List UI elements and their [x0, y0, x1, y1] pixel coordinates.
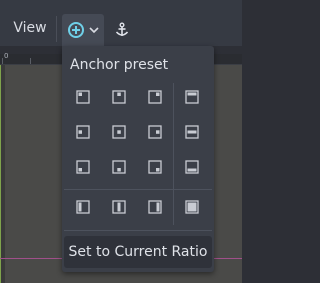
ruler-zero-label: 0 — [4, 52, 9, 60]
set-to-current-ratio-button[interactable]: Set to Current Ratio — [64, 236, 212, 268]
anchor-preset-dropdown-button[interactable] — [62, 14, 104, 46]
ruler-tick — [2, 58, 3, 64]
anchor-preset-top-wide-button[interactable] — [182, 87, 202, 107]
anchor-preset-bottom-right-button[interactable] — [145, 157, 165, 177]
anchor-preset-center-left-button[interactable] — [73, 122, 93, 142]
popup-title: Anchor preset — [70, 57, 169, 73]
anchor-preset-center-top-button[interactable] — [109, 87, 129, 107]
chevron-down-icon — [89, 26, 99, 33]
anchor-top-wide-icon — [185, 90, 199, 104]
anchor-preset-full-rect-button[interactable] — [182, 197, 202, 217]
anchor-center-right-icon — [148, 125, 162, 139]
anchor-full-rect-icon — [185, 200, 199, 214]
anchor-top-right-icon — [148, 90, 162, 104]
viewport-edge — [1, 65, 5, 283]
viewport-guide-line — [0, 65, 1, 283]
anchor-preset-hcenter-wide-button[interactable] — [182, 122, 202, 142]
popup-separator — [64, 230, 212, 231]
anchor-center-bottom-icon — [112, 160, 126, 174]
anchor-preset-center-button[interactable] — [109, 122, 129, 142]
anchor-preset-left-wide-button[interactable] — [73, 197, 93, 217]
anchor-center-top-icon — [112, 90, 126, 104]
anchor-left-wide-icon — [76, 200, 90, 214]
anchor-right-wide-icon — [148, 200, 162, 214]
anchor-preset-bottom-left-button[interactable] — [73, 157, 93, 177]
anchor-vcenter-wide-icon — [112, 200, 126, 214]
anchor-preset-right-wide-button[interactable] — [145, 197, 165, 217]
anchor-bottom-left-icon — [76, 160, 90, 174]
anchor-preset-top-right-button[interactable] — [145, 87, 165, 107]
grid-vertical-separator — [173, 83, 174, 225]
anchor-preset-icon — [68, 22, 84, 38]
view-menu-button[interactable]: View — [6, 14, 54, 42]
anchor-preset-top-left-button[interactable] — [73, 87, 93, 107]
anchor-preset-center-right-button[interactable] — [145, 122, 165, 142]
anchor-preset-vcenter-wide-button[interactable] — [109, 197, 129, 217]
anchor-icon — [115, 22, 129, 36]
toolbar-separator — [56, 16, 57, 42]
grid-horizontal-separator — [64, 189, 212, 190]
anchor-bottom-right-icon — [148, 160, 162, 174]
anchor-mode-button[interactable] — [110, 18, 134, 42]
anchor-center-left-icon — [76, 125, 90, 139]
anchor-preset-center-bottom-button[interactable] — [109, 157, 129, 177]
anchor-bottom-wide-icon — [185, 160, 199, 174]
anchor-top-left-icon — [76, 90, 90, 104]
anchor-center-icon — [112, 125, 126, 139]
editor-toolbar: View — [0, 0, 242, 46]
ruler-tick — [30, 58, 31, 64]
anchor-hcenter-wide-icon — [185, 125, 199, 139]
anchor-preset-popup: Anchor preset Set to Current Ratio — [62, 46, 214, 272]
anchor-preset-bottom-wide-button[interactable] — [182, 157, 202, 177]
